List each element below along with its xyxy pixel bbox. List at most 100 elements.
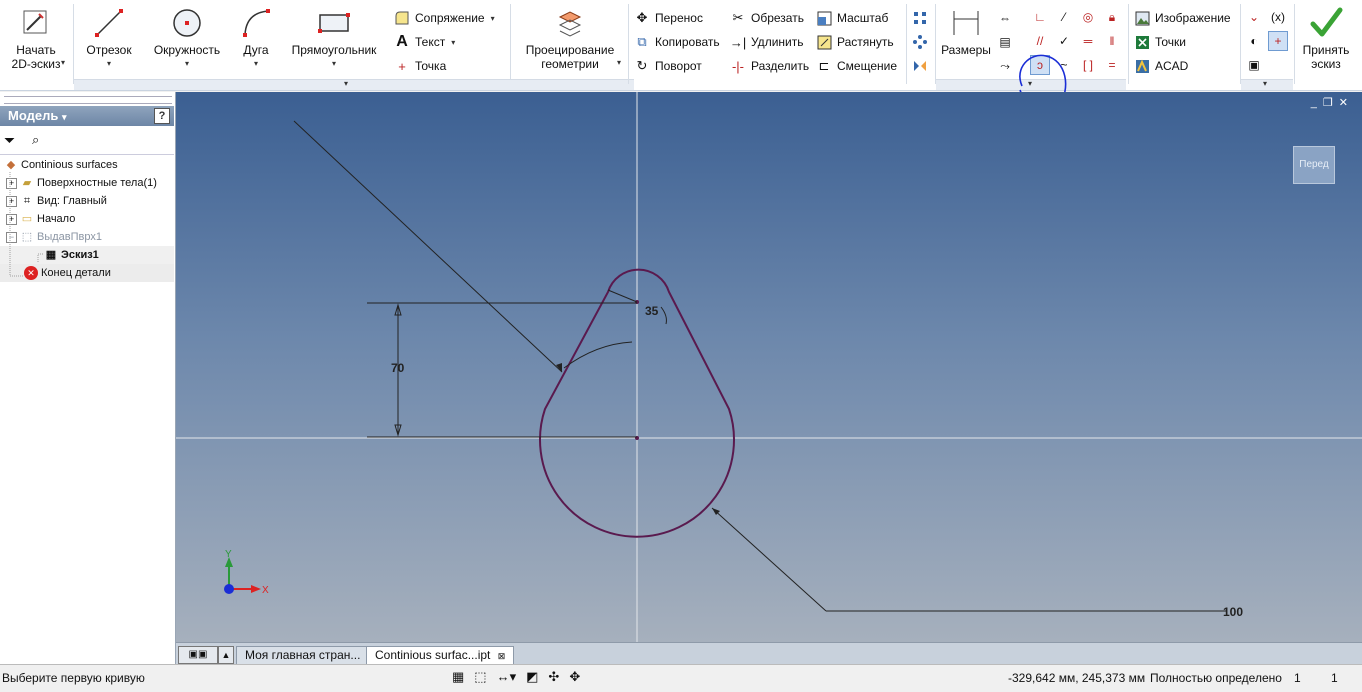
height-dimension-value[interactable]: 70 [391, 361, 405, 375]
stretch-button[interactable]: Растянуть [816, 32, 894, 52]
arc-button[interactable]: Дуга ▾ [232, 6, 280, 71]
insert-image-button[interactable]: Изображение [1134, 8, 1231, 28]
scale-button[interactable]: Масштаб [816, 8, 888, 28]
dimension-display-icon[interactable]: ↔▾ [497, 669, 517, 685]
collinear-constraint-icon[interactable]: ⁄ [1054, 7, 1074, 27]
show-dof-icon[interactable]: ◩ [526, 669, 538, 685]
point-button[interactable]: + Точка [394, 56, 446, 76]
offset-icon: ⊏ [818, 58, 830, 73]
horizontal-constraint-icon[interactable]: ═ [1078, 31, 1098, 51]
tab-label: Моя главная стран... [245, 648, 361, 662]
leader-line [293, 120, 563, 373]
fillet-button[interactable]: Сопряжение ▾ [394, 8, 495, 28]
constraint-display-icon[interactable]: ✣ [548, 669, 559, 685]
part-icon: ◆ [6, 159, 16, 171]
insert-acad-button[interactable]: ACAD [1134, 56, 1188, 76]
browser-title: Модель [8, 108, 59, 123]
copy-button[interactable]: ⧉ Копировать [634, 32, 720, 52]
divider [906, 4, 907, 84]
circle-button[interactable]: Окружность ▾ [150, 6, 224, 71]
coincident-constraint-icon[interactable]: ∟ [1030, 7, 1050, 27]
auto-dimension-icon[interactable]: ⇔ [995, 8, 1015, 28]
parameters-icon[interactable]: (x) [1268, 7, 1288, 27]
offset-button[interactable]: ⊏ Смещение [816, 56, 897, 76]
sketch-slice-icon[interactable]: ▦ [452, 669, 464, 685]
extend-button[interactable]: →| Удлинить [729, 32, 804, 52]
chevron-down-icon[interactable]: ▾ [286, 57, 382, 71]
driven-dimension-icon[interactable]: ▣ [1244, 55, 1264, 75]
close-tab-icon[interactable]: ⊠ [498, 651, 506, 661]
chevron-down-icon[interactable]: ▾ [150, 57, 224, 71]
format-panel-bar[interactable]: ▾ [1241, 79, 1293, 90]
help-icon[interactable]: ? [154, 108, 170, 124]
rectangular-pattern-icon[interactable] [910, 8, 930, 28]
start-2d-sketch-button[interactable]: Начать 2D-эскиз [4, 6, 68, 71]
project-geometry-button[interactable]: Проецирование геометрии [520, 6, 620, 71]
extend-icon: →| [729, 34, 747, 50]
radius-dimension-value[interactable]: 35 [645, 304, 659, 318]
chevron-down-icon[interactable]: ▾ [232, 57, 280, 71]
concentric-constraint-icon[interactable]: ◎ [1078, 7, 1098, 27]
rotate-button[interactable]: ↻ Поворот [634, 56, 702, 76]
chevron-down-icon[interactable]: ▾ [451, 38, 455, 47]
chevron-down-icon[interactable]: ▾ [491, 14, 495, 23]
chevron-up-icon[interactable]: ▲ [218, 646, 234, 664]
chevron-down-icon[interactable]: ▾ [1263, 79, 1267, 88]
tab-home[interactable]: Моя главная стран... [236, 646, 370, 664]
centerline-icon[interactable]: ◐ [1244, 31, 1264, 51]
dimension-button[interactable]: Размеры [938, 6, 994, 57]
copy-label: Копировать [655, 35, 720, 49]
trim-button[interactable]: ✂ Обрезать [730, 8, 804, 28]
tile-windows-icon[interactable]: ▣▣ [178, 646, 218, 664]
close-icon[interactable]: ✕ [1339, 97, 1354, 109]
scale-icon [816, 10, 832, 26]
rectangle-button[interactable]: Прямоугольник ▾ [286, 6, 382, 71]
circle-icon [170, 6, 204, 40]
chevron-down-icon[interactable]: ▾ [61, 58, 65, 67]
constraint-status: Полностью определено [1150, 671, 1282, 685]
chevron-down-icon[interactable]: ▾ [344, 79, 348, 88]
restore-icon[interactable]: ❐ [1323, 97, 1339, 109]
divider [1294, 4, 1295, 84]
status-prompt: Выберите первую кривую [2, 671, 145, 685]
look-at-icon[interactable]: ⬚ [474, 669, 486, 685]
chevron-down-icon[interactable]: ▾ [617, 58, 621, 67]
construction-icon[interactable]: ⌄ [1244, 7, 1264, 27]
checkmark-icon [1309, 6, 1343, 40]
offset-label: Смещение [837, 59, 898, 73]
split-button[interactable]: -|- Разделить [730, 56, 809, 76]
mirror-icon[interactable] [910, 56, 930, 76]
tab-part[interactable]: Continious surfac...ipt ⊠ [366, 646, 515, 664]
draw-panel-bar[interactable]: ▾ [74, 79, 634, 90]
divider [1128, 4, 1129, 84]
window-controls: _❐✕ [1311, 96, 1354, 109]
drag-icon[interactable]: ✥ [569, 669, 580, 685]
find-icon[interactable]: ⌕ [32, 132, 39, 148]
browser-header[interactable]: Модель ▾ ? [0, 106, 174, 126]
text-label: Текст [415, 35, 446, 49]
finish-sketch-button[interactable]: Принять эскиз [1296, 6, 1356, 71]
rotate-label: Поворот [655, 59, 702, 73]
grip-bar[interactable] [4, 96, 172, 104]
view-cube[interactable]: Перед [1293, 146, 1335, 184]
graphics-window[interactable]: 35 70 100 Y X _❐✕ Перед [176, 92, 1362, 642]
chevron-down-icon[interactable]: ▾ [80, 57, 138, 71]
line-button[interactable]: Отрезок ▾ [80, 6, 138, 71]
insert-points-button[interactable]: Точки [1134, 32, 1186, 52]
chevron-down-icon[interactable]: ▾ [62, 112, 67, 122]
leader-value[interactable]: 100 [1223, 605, 1243, 619]
finish-sketch-label: Принять эскиз [1302, 43, 1350, 71]
stretch-icon [816, 34, 832, 50]
symmetric-constraint-icon[interactable]: [ ] [1078, 55, 1098, 75]
fix-constraint-icon[interactable]: 🔒︎ [1102, 7, 1122, 27]
filter-icon[interactable]: ⏷ [4, 132, 15, 149]
center-point-icon[interactable]: + [1268, 31, 1288, 51]
move-button[interactable]: ✥ Перенос [634, 8, 703, 28]
equal-constraint-icon[interactable]: = [1102, 55, 1122, 75]
circular-pattern-icon[interactable] [910, 32, 930, 52]
minimize-icon[interactable]: _ [1311, 97, 1323, 109]
vertical-constraint-icon[interactable]: ‖ [1102, 31, 1122, 51]
rectangle-label: Прямоугольник [291, 43, 377, 57]
text-button[interactable]: A Текст ▾ [394, 32, 455, 52]
project-geometry-icon [553, 6, 587, 40]
